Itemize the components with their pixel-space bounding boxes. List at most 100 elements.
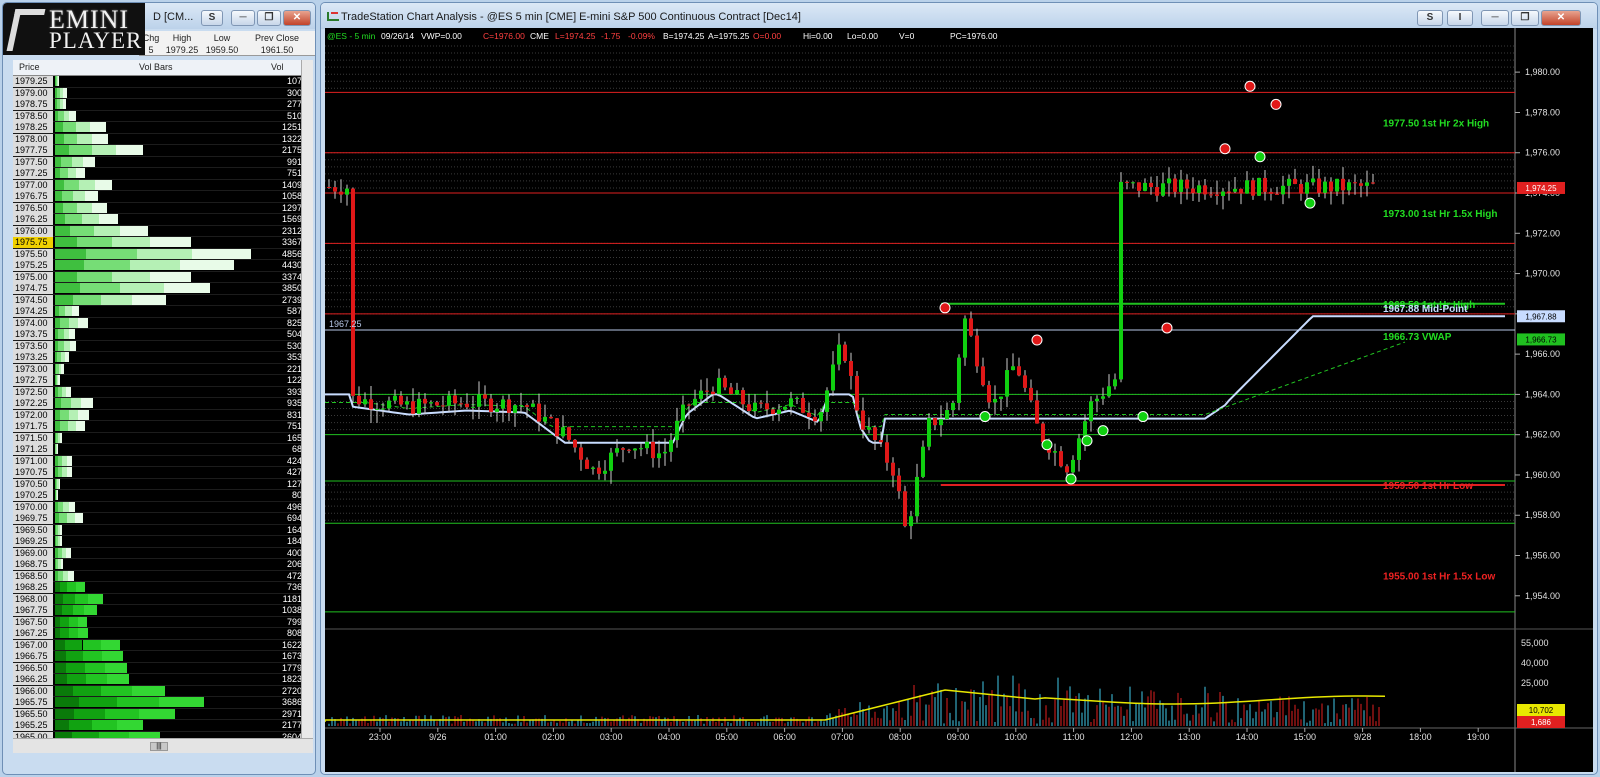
ladder-row[interactable]: 1978.00 13225 (13, 133, 313, 145)
ladder-row[interactable]: 1975.25 44302 (13, 260, 313, 272)
vol-bar-segment (117, 697, 160, 707)
right-minimize-button[interactable]: ─ (1481, 10, 1509, 26)
ladder-row[interactable]: 1971.00 4244 (13, 455, 313, 467)
ladder-row[interactable]: 1976.50 12978 (13, 202, 313, 214)
ladder-row[interactable]: 1966.75 16734 (13, 651, 313, 663)
ladder-row[interactable]: 1968.25 7360 (13, 582, 313, 594)
ladder-row[interactable]: 1971.25 689 (13, 444, 313, 456)
status-c: C=1976.00 (483, 31, 525, 41)
candle-body (993, 398, 997, 403)
ladder-price: 1979.25 (13, 76, 53, 87)
status-hi: Hi=0.00 (803, 31, 833, 41)
ladder-row[interactable]: 1975.50 48567 (13, 248, 313, 260)
ladder-row[interactable]: 1971.75 7513 (13, 421, 313, 433)
level-label: 1977.50 1st Hr 2x High (1383, 119, 1489, 130)
ladder-header-volbars[interactable]: Vol Bars (139, 62, 173, 72)
ladder-row[interactable]: 1966.25 18235 (13, 674, 313, 686)
ladder-price: 1971.75 (13, 421, 53, 432)
right-restore-button[interactable]: ❐ (1511, 10, 1539, 26)
right-close-button[interactable]: ✕ (1541, 10, 1581, 26)
candle-body (1149, 182, 1153, 188)
ladder-row[interactable]: 1977.50 9912 (13, 156, 313, 168)
ladder-row[interactable]: 1976.25 15696 (13, 214, 313, 226)
ladder-header-vol[interactable]: Vol (271, 62, 284, 72)
ladder-row[interactable]: 1966.50 17790 (13, 662, 313, 674)
chart-area[interactable]: @ES - 5 min 09/26/14 VWP=0.00 C=1976.00 CME L… (325, 28, 1593, 772)
ladder-row[interactable]: 1977.75 21752 (13, 145, 313, 157)
ladder-price: 1966.75 (13, 651, 53, 662)
ladder-row[interactable]: 1973.50 5301 (13, 340, 313, 352)
candle-body (1065, 466, 1069, 473)
ladder-row[interactable]: 1979.00 3005 (13, 87, 313, 99)
left-restore-button[interactable]: ❐ (257, 10, 281, 26)
ladder-row[interactable]: 1969.75 6946 (13, 513, 313, 525)
ladder-horizontal-scrollbar[interactable]: ||| (13, 738, 313, 753)
ladder-row[interactable]: 1968.00 11819 (13, 593, 313, 605)
candle-body (531, 403, 535, 407)
scroll-thumb[interactable]: ||| (150, 742, 168, 751)
ladder-row[interactable]: 1972.00 8310 (13, 409, 313, 421)
left-s-button[interactable]: S (201, 10, 223, 26)
ladder-row[interactable]: 1970.75 4275 (13, 467, 313, 479)
ladder-row[interactable]: 1979.25 1074 (13, 76, 313, 88)
ladder-row[interactable]: 1974.50 27392 (13, 294, 313, 306)
ladder-row[interactable]: 1973.75 5042 (13, 329, 313, 341)
ladder-row[interactable]: 1970.00 4964 (13, 501, 313, 513)
ladder-row[interactable]: 1967.00 16225 (13, 639, 313, 651)
ladder-row[interactable]: 1967.75 10387 (13, 605, 313, 617)
vol-bar-segment (120, 225, 149, 236)
ladder-row[interactable]: 1968.75 2062 (13, 559, 313, 571)
ladder-row[interactable]: 1971.50 1651 (13, 432, 313, 444)
vol-bar-segment (67, 582, 76, 592)
ladder-row[interactable]: 1967.50 7992 (13, 616, 313, 628)
ladder-row[interactable]: 1970.50 1273 (13, 478, 313, 490)
left-close-button[interactable]: ✕ (283, 10, 311, 26)
ladder-row[interactable]: 1977.00 14097 (13, 179, 313, 191)
ladder-row[interactable]: 1976.75 10586 (13, 191, 313, 203)
ladder-row[interactable]: 1969.25 1848 (13, 536, 313, 548)
ladder-row[interactable]: 1975.75 33678 (13, 237, 313, 249)
ladder-vertical-scrollbar[interactable] (301, 60, 313, 738)
ladder-row[interactable]: 1965.25 21774 (13, 720, 313, 732)
candle-body (687, 404, 691, 406)
ladder-row[interactable]: 1978.75 2774 (13, 99, 313, 111)
x-tick-label: 07:00 (831, 732, 854, 742)
ladder-row[interactable]: 1968.50 4725 (13, 570, 313, 582)
ladder-row[interactable]: 1977.25 7516 (13, 168, 313, 180)
ladder-row[interactable]: 1967.25 8083 (13, 628, 313, 640)
ladder-price: 1979.00 (13, 87, 53, 99)
ladder-row[interactable]: 1972.75 1220 (13, 375, 313, 387)
ladder-row[interactable]: 1978.50 5108 (13, 110, 313, 122)
ladder-row[interactable]: 1976.00 23127 (13, 225, 313, 237)
ladder-row[interactable]: 1965.50 29714 (13, 708, 313, 720)
vol-bar-segment (56, 444, 58, 454)
vol-bar-segment (66, 513, 75, 523)
ladder-row[interactable]: 1974.75 38505 (13, 283, 313, 295)
right-s-button[interactable]: S (1417, 10, 1443, 26)
volume-ladder-window: D [CM... S ─ ❐ ✕ EMINI PLAYER Chg High L… (2, 2, 316, 775)
ladder-row[interactable]: 1973.00 2217 (13, 363, 313, 375)
ladder-row[interactable]: 1966.00 27207 (13, 685, 313, 697)
ladder-row[interactable]: 1975.00 33746 (13, 271, 313, 283)
vol-bar-segment (79, 283, 121, 293)
ladder-row[interactable]: 1973.25 3537 (13, 352, 313, 364)
candle-body (399, 395, 403, 405)
left-minimize-button[interactable]: ─ (231, 10, 255, 26)
vol-bar-segment (60, 559, 64, 569)
y-tick-label: 1,966.00 (1525, 349, 1560, 359)
ladder-row[interactable]: 1974.25 5874 (13, 306, 313, 318)
ladder-row[interactable]: 1974.00 8259 (13, 317, 313, 329)
ladder-price: 1968.00 (13, 593, 53, 605)
ladder-row[interactable]: 1970.25 800 (13, 490, 313, 502)
ladder-header-price[interactable]: Price (19, 62, 40, 72)
vol-bar-segment (66, 674, 86, 684)
ladder-row[interactable]: 1969.50 1643 (13, 524, 313, 536)
candle-body (489, 398, 493, 412)
price-chart[interactable]: @ES - 5 min 09/26/14 VWP=0.00 C=1976.00 CME L… (325, 28, 1593, 772)
ladder-row[interactable]: 1978.25 12518 (13, 122, 313, 134)
ladder-row[interactable]: 1969.00 4001 (13, 547, 313, 559)
ladder-row[interactable]: 1972.25 9350 (13, 398, 313, 410)
right-i-button[interactable]: I (1447, 10, 1473, 26)
ladder-row[interactable]: 1965.75 36860 (13, 697, 313, 709)
ladder-row[interactable]: 1972.50 3933 (13, 386, 313, 398)
